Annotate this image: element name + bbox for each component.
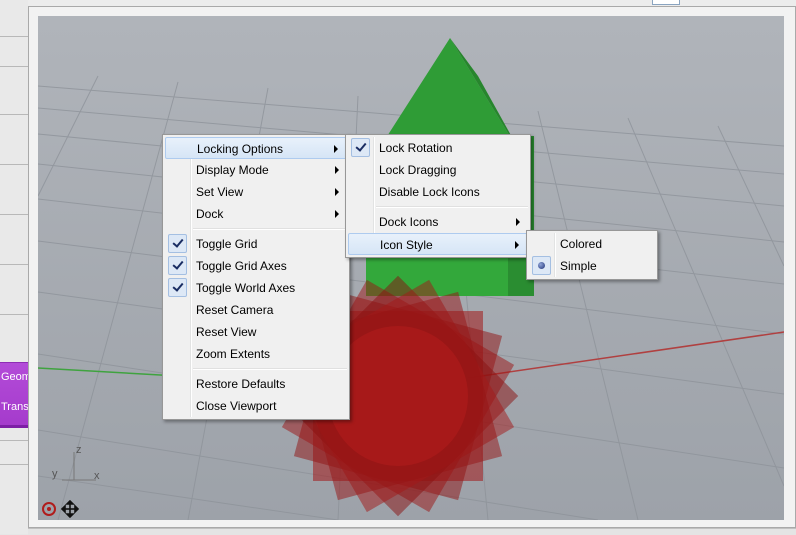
submenu-arrow-icon xyxy=(515,241,519,249)
viewport-context-menu: Locking Options Display Mode Set View Do… xyxy=(162,134,350,420)
menu-item-locking-options[interactable]: Locking Options xyxy=(165,137,347,159)
menu-item-restore-defaults[interactable]: Restore Defaults xyxy=(165,373,347,395)
locking-options-submenu: Lock Rotation Lock Dragging Disable Lock… xyxy=(345,134,531,258)
menu-item-label: Reset View xyxy=(196,325,257,339)
menu-item-label: Colored xyxy=(560,237,603,251)
submenu-arrow-icon xyxy=(335,188,339,196)
menu-item-label: Toggle Grid Axes xyxy=(196,259,287,273)
gizmo-x-label: x xyxy=(94,470,100,482)
viewport-control-icons xyxy=(42,499,80,519)
menu-item-label: Locking Options xyxy=(197,142,284,156)
menu-item-toggle-world-axes[interactable]: Toggle World Axes xyxy=(165,277,347,299)
menu-item-label: Display Mode xyxy=(196,163,269,177)
menu-item-label: Set View xyxy=(196,185,244,199)
menu-separator xyxy=(376,206,528,208)
menu-item-dock[interactable]: Dock xyxy=(165,203,347,225)
toolbar-button[interactable] xyxy=(652,0,680,5)
checkmark-icon xyxy=(168,278,187,297)
submenu-arrow-icon xyxy=(516,218,520,226)
node-label-trans: Trans xyxy=(1,401,28,413)
checkmark-icon xyxy=(168,234,187,253)
menu-item-zoom-extents[interactable]: Zoom Extents xyxy=(165,343,347,365)
menu-item-label: Lock Rotation xyxy=(379,141,453,155)
submenu-arrow-icon xyxy=(335,166,339,174)
node-editor-strip: Geom Trans xyxy=(0,0,29,534)
menu-item-label: Dock Icons xyxy=(379,215,439,229)
radio-selected-icon xyxy=(532,256,551,275)
menu-separator xyxy=(193,368,347,370)
menu-item-label: Zoom Extents xyxy=(196,347,271,361)
menu-item-simple[interactable]: Simple xyxy=(529,255,655,277)
menu-item-label: Close Viewport xyxy=(196,399,277,413)
gizmo-z-label: z xyxy=(76,444,82,456)
menu-item-label: Reset Camera xyxy=(196,303,274,317)
move-arrows-icon xyxy=(60,499,80,519)
viewport-scene xyxy=(38,16,784,520)
menu-item-colored[interactable]: Colored xyxy=(529,233,655,255)
menu-item-label: Toggle Grid xyxy=(196,237,258,251)
gizmo-y-label: y xyxy=(52,468,58,480)
menu-item-label: Toggle World Axes xyxy=(196,281,296,295)
3d-viewport[interactable] xyxy=(38,16,784,520)
menu-item-toggle-grid[interactable]: Toggle Grid xyxy=(165,233,347,255)
menu-item-reset-view[interactable]: Reset View xyxy=(165,321,347,343)
lock-reset-icon xyxy=(42,502,56,516)
menu-item-dock-icons[interactable]: Dock Icons xyxy=(348,211,528,233)
menu-item-label: Dock xyxy=(196,207,224,221)
menu-item-set-view[interactable]: Set View xyxy=(165,181,347,203)
graph-node[interactable]: Geom Trans xyxy=(0,362,28,428)
node-label-geom: Geom xyxy=(1,371,28,383)
viewport-controls xyxy=(40,499,84,519)
menu-item-lock-dragging[interactable]: Lock Dragging xyxy=(348,159,528,181)
menu-item-toggle-grid-axes[interactable]: Toggle Grid Axes xyxy=(165,255,347,277)
menu-item-label: Simple xyxy=(560,259,597,273)
checkmark-icon xyxy=(168,256,187,275)
menu-item-label: Restore Defaults xyxy=(196,377,286,391)
submenu-arrow-icon xyxy=(334,145,338,153)
menu-item-reset-camera[interactable]: Reset Camera xyxy=(165,299,347,321)
menu-item-label: Disable Lock Icons xyxy=(379,185,480,199)
menu-separator xyxy=(193,228,347,230)
submenu-arrow-icon xyxy=(335,210,339,218)
axes-gizmo: z y x xyxy=(46,444,106,486)
checkmark-icon xyxy=(351,138,370,157)
menu-item-label: Icon Style xyxy=(380,238,433,252)
menu-item-lock-rotation[interactable]: Lock Rotation xyxy=(348,137,528,159)
menu-item-label: Lock Dragging xyxy=(379,163,457,177)
menu-item-disable-lock-icons[interactable]: Disable Lock Icons xyxy=(348,181,528,203)
menu-item-icon-style[interactable]: Icon Style xyxy=(348,233,528,255)
menu-item-display-mode[interactable]: Display Mode xyxy=(165,159,347,181)
menu-item-close-viewport[interactable]: Close Viewport xyxy=(165,395,347,417)
icon-style-submenu: Colored Simple xyxy=(526,230,658,280)
